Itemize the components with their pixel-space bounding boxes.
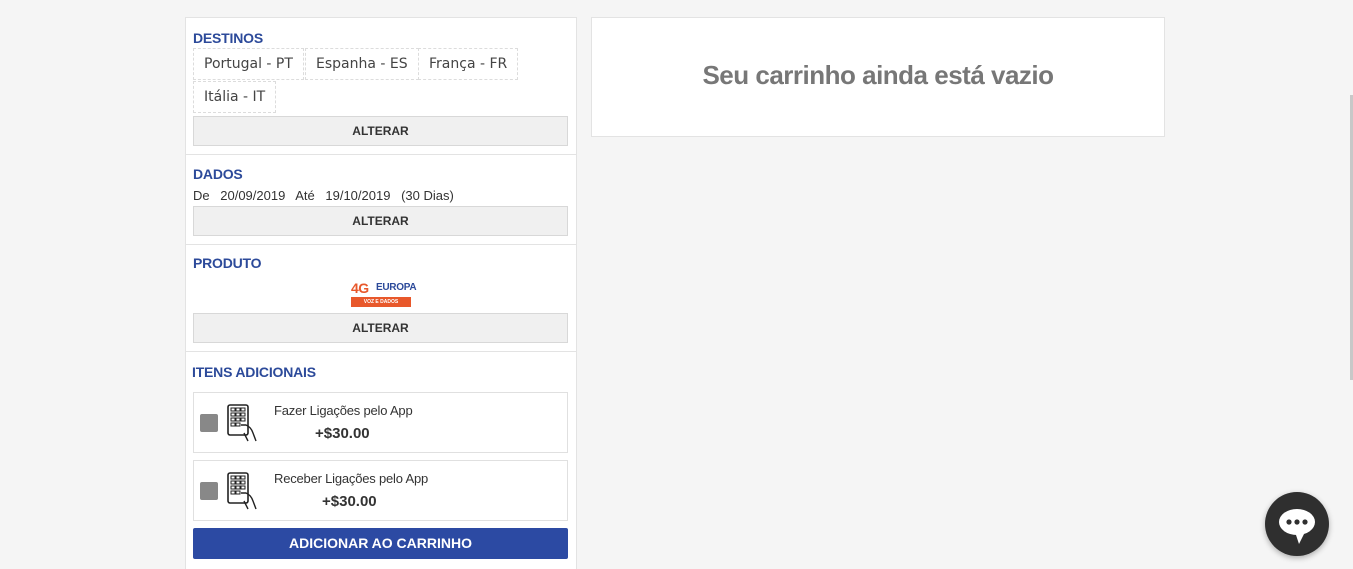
cart-panel: Seu carrinho ainda está vazio <box>591 17 1165 137</box>
add-to-cart-button[interactable]: ADICIONAR AO CARRINHO <box>193 528 568 559</box>
phone-keypad-icon <box>227 472 257 510</box>
logo-4g: 4G <box>351 280 369 296</box>
item-price: +$30.00 <box>315 425 370 442</box>
item-label: Fazer Ligações pelo App <box>274 403 413 418</box>
itens-title: ITENS ADICIONAIS <box>192 364 316 380</box>
product-logo: 4G EUROPA VOZ E DADOS <box>351 280 417 308</box>
item-label: Receber Ligações pelo App <box>274 471 429 486</box>
dados-title: DADOS <box>193 166 243 182</box>
destinos-section: DESTINOS Portugal - PT Espanha - ES Fran… <box>186 18 576 155</box>
chat-bubble-icon <box>1279 509 1315 544</box>
item-price: +$30.00 <box>322 493 377 510</box>
date-range: De 20/09/2019 Até 19/10/2019 (30 Dias) <box>193 188 461 203</box>
booking-panel: DESTINOS Portugal - PT Espanha - ES Fran… <box>185 17 577 569</box>
destino-chip-espanha[interactable]: Espanha - ES <box>305 48 419 80</box>
item-fazer-ligacoes: Fazer Ligações pelo App +$30.00 <box>193 392 568 453</box>
from-label: De <box>193 188 210 203</box>
destinos-alter-button[interactable]: ALTERAR <box>193 116 568 146</box>
logo-tagline: VOZ E DADOS <box>351 297 411 307</box>
destino-chip-portugal[interactable]: Portugal - PT <box>193 48 304 80</box>
produto-section: PRODUTO 4G EUROPA VOZ E DADOS ALTERAR <box>186 245 576 352</box>
dados-alter-button[interactable]: ALTERAR <box>193 206 568 236</box>
item-checkbox[interactable] <box>200 482 218 500</box>
item-checkbox[interactable] <box>200 414 218 432</box>
dados-section: DADOS De 20/09/2019 Até 19/10/2019 (30 D… <box>186 155 576 245</box>
itens-section: ITENS ADICIONAIS Fazer Ligações pelo App… <box>186 352 576 569</box>
duration: (30 Dias) <box>401 188 454 203</box>
from-date: 20/09/2019 <box>220 188 286 203</box>
to-label: Até <box>295 188 315 203</box>
destinos-title: DESTINOS <box>193 30 263 46</box>
cart-empty-message: Seu carrinho ainda está vazio <box>702 60 1054 90</box>
chat-button[interactable] <box>1265 492 1329 556</box>
to-date: 19/10/2019 <box>325 188 391 203</box>
logo-europa: EUROPA <box>376 282 417 293</box>
destino-chip-franca[interactable]: França - FR <box>418 48 519 80</box>
produto-alter-button[interactable]: ALTERAR <box>193 313 568 343</box>
produto-title: PRODUTO <box>193 255 262 271</box>
phone-keypad-icon <box>227 404 257 442</box>
destino-chip-italia[interactable]: Itália - IT <box>193 81 277 113</box>
item-receber-ligacoes: Receber Ligações pelo App +$30.00 <box>193 460 568 521</box>
